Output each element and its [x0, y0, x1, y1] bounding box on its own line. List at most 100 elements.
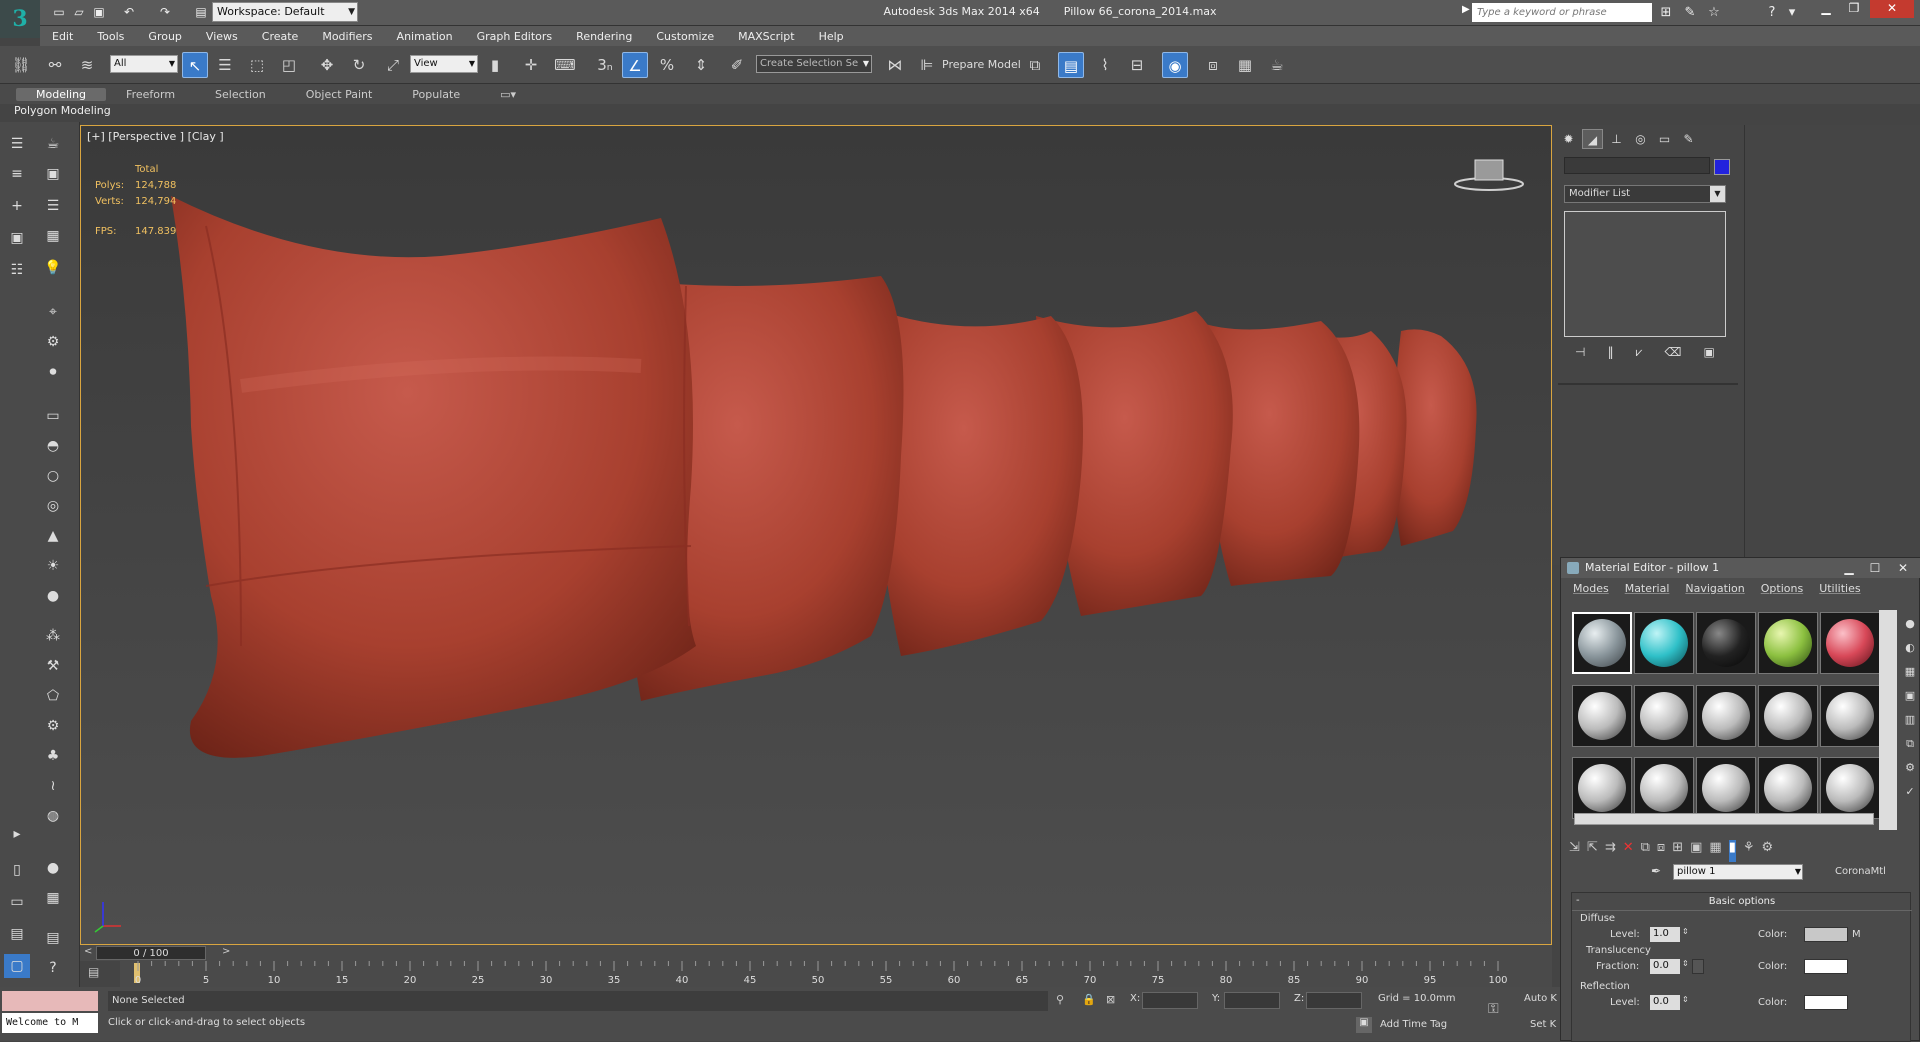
plant-icon[interactable]: ♣ — [40, 744, 66, 768]
spinner-arrows-icon[interactable]: ⇕ — [1682, 927, 1689, 936]
show-shaded-icon[interactable]: ▮ — [1728, 840, 1736, 862]
pivot-center-icon[interactable]: ▮ — [482, 52, 508, 78]
light-bulb-icon[interactable]: 💡 — [40, 256, 66, 280]
absolute-mode-icon[interactable]: ⊠ — [1106, 993, 1115, 1006]
checker-icon[interactable]: ▦ — [40, 886, 66, 910]
background-icon[interactable]: ▦ — [1901, 660, 1919, 684]
isolate-icon[interactable]: ⚲ — [1056, 993, 1064, 1006]
tab-modeling[interactable]: Modeling — [16, 87, 107, 101]
sample-slot[interactable] — [1634, 612, 1694, 674]
sample-slot[interactable] — [1572, 757, 1632, 820]
rollout-header[interactable]: Basic options — [1572, 893, 1912, 911]
select-filter-icon[interactable]: ▣ — [4, 226, 30, 250]
sample-slot[interactable] — [1634, 684, 1694, 747]
list-panel-icon[interactable]: ☰ — [40, 194, 66, 218]
torus-icon[interactable]: ◎ — [40, 494, 66, 518]
sphere-gold-icon[interactable]: ● — [40, 584, 66, 608]
named-selection-dropdown[interactable]: Create Selection Se ▼ — [756, 55, 872, 73]
sample-slot[interactable] — [1696, 612, 1756, 674]
menu-rendering[interactable]: Rendering — [564, 30, 644, 43]
layer-manager-icon[interactable]: ☰ — [4, 132, 30, 156]
helper-icon[interactable]: ⚙ — [40, 330, 66, 354]
go-forward-icon[interactable]: ⚙ — [1762, 840, 1774, 862]
set-key-button[interactable]: Set K — [1530, 1019, 1556, 1030]
translucency-color-swatch[interactable] — [1804, 959, 1848, 974]
tab-populate[interactable]: Populate — [392, 88, 480, 101]
tab-object-paint[interactable]: Object Paint — [286, 88, 393, 101]
modifier-stack[interactable] — [1564, 211, 1726, 337]
bind-spacewarp-icon[interactable]: ≋ — [74, 52, 100, 78]
maxscript-listener-input[interactable] — [2, 991, 98, 1011]
new-file-icon[interactable]: ▭ — [50, 3, 68, 21]
open-file-icon[interactable]: ▱ — [70, 3, 88, 21]
sample-slot[interactable] — [1572, 612, 1632, 674]
snaps-toggle-icon[interactable]: 3ₙ — [592, 52, 618, 78]
close-button[interactable]: ✕ — [1891, 559, 1915, 577]
eyedropper-icon[interactable]: ✒ — [1651, 864, 1661, 878]
viewport-layout-4-icon[interactable]: ▢ — [4, 954, 30, 978]
help-icon[interactable]: ? — [40, 956, 66, 980]
undo-icon[interactable]: ↶ — [120, 3, 138, 21]
tab-freeform[interactable]: Freeform — [106, 88, 195, 101]
motion-tab-icon[interactable]: ◎ — [1630, 129, 1651, 149]
menu-graph-editors[interactable]: Graph Editors — [465, 30, 565, 43]
copy-material-icon[interactable]: ⧉ — [1641, 840, 1650, 862]
restore-button[interactable]: ❐ — [1840, 0, 1868, 18]
spinner-snap-icon[interactable]: ⇕ — [688, 52, 714, 78]
go-to-parent-icon[interactable]: ⚘ — [1743, 840, 1755, 862]
y-coordinate-field[interactable] — [1224, 992, 1280, 1009]
camera-icon[interactable]: ⌖ — [40, 300, 66, 324]
app-logo[interactable]: 3 — [0, 0, 40, 38]
fraction-map-button[interactable] — [1692, 959, 1704, 974]
pin-stack-icon[interactable]: ⊣ — [1575, 345, 1585, 365]
trackbar-toggle-icon[interactable]: ▤ — [88, 965, 110, 983]
get-material-icon[interactable]: ⇲ — [1569, 840, 1580, 862]
reset-map-icon[interactable]: ✕ — [1623, 840, 1634, 862]
link-icon[interactable]: ⛓ — [8, 52, 34, 78]
menu-edit[interactable]: Edit — [40, 30, 85, 43]
material-id-channel-icon[interactable]: ▣ — [1690, 840, 1702, 862]
options-icon[interactable]: ⚙ — [1901, 756, 1919, 780]
window-crossing-icon[interactable]: ◰ — [276, 52, 302, 78]
spinner-arrows-icon[interactable]: ⇕ — [1682, 995, 1689, 1004]
menu-group[interactable]: Group — [136, 30, 194, 43]
manipulate-icon[interactable]: ✛ — [518, 52, 544, 78]
sun-icon[interactable]: ☀ — [40, 554, 66, 578]
box-icon[interactable]: ▭ — [40, 404, 66, 428]
sample-slots-scrollbar[interactable] — [1879, 610, 1897, 830]
time-tag-icon[interactable]: ▣ — [1356, 1017, 1372, 1033]
sphere-icon[interactable]: ○ — [40, 464, 66, 488]
backlight-icon[interactable]: ◐ — [1901, 636, 1919, 660]
reflection-level-input[interactable]: 0.0 — [1650, 995, 1680, 1010]
menu-tools[interactable]: Tools — [85, 30, 136, 43]
hemisphere-icon[interactable]: ◓ — [40, 434, 66, 458]
diffuse-level-input[interactable]: 1.0 — [1650, 927, 1680, 942]
key-icon[interactable]: ⚿ — [1488, 1001, 1499, 1017]
scene-explorer-icon[interactable]: ⧉ — [1022, 52, 1048, 78]
save-icon[interactable]: ▣ — [90, 3, 108, 21]
scale-icon[interactable]: ⤢ — [380, 52, 406, 78]
redo-icon[interactable]: ↷ — [156, 3, 174, 21]
sample-type-icon[interactable]: ● — [1901, 612, 1919, 636]
timeline-ruler[interactable]: 0 5 10 15 20 25 30 35 40 45 50 55 60 65 70 75 80 85 90 95 10… — [120, 961, 1552, 987]
modifier-list-dropdown[interactable]: Modifier List ▼ — [1564, 185, 1726, 203]
chevron-right-icon[interactable]: ▶ — [1462, 4, 1470, 15]
move-icon[interactable]: ✥ — [314, 52, 340, 78]
collapse-icon[interactable]: - — [1576, 895, 1580, 906]
sample-slot[interactable] — [1572, 684, 1632, 747]
select-object-icon[interactable]: ↖ — [182, 52, 208, 78]
sample-slot[interactable] — [1758, 612, 1818, 674]
render-icon[interactable]: ▣ — [40, 162, 66, 186]
save-render-icon[interactable]: ▤ — [40, 926, 66, 950]
prepare-model-label[interactable]: Prepare Model — [942, 58, 1021, 71]
particles-icon[interactable]: ⁂ — [40, 624, 66, 648]
rectangular-selection-icon[interactable]: ⬚ — [244, 52, 270, 78]
menu-modes[interactable]: Modes — [1565, 582, 1617, 600]
video-color-check-icon[interactable]: ▥ — [1901, 708, 1919, 732]
select-by-material-icon[interactable]: ✓ — [1901, 780, 1919, 804]
horizontal-scrollbar[interactable] — [1574, 813, 1874, 825]
tools-icon[interactable]: ✎ — [1680, 3, 1700, 22]
modify-tab-icon[interactable]: ◢ — [1582, 129, 1603, 149]
lock-selection-icon[interactable]: 🔒 — [1082, 993, 1096, 1006]
utilities-tab-icon[interactable]: ✎ — [1678, 129, 1699, 149]
